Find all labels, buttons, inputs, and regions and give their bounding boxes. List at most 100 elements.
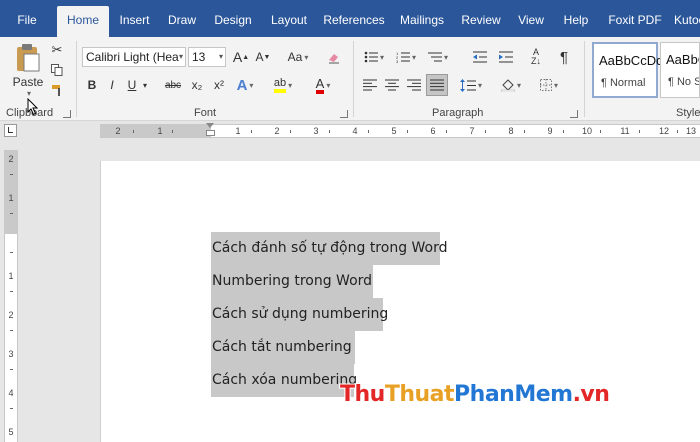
align-right-button[interactable] xyxy=(404,75,424,95)
text-effects-button[interactable]: A ▾ xyxy=(234,75,256,95)
ruler-tick xyxy=(133,130,134,133)
scissors-icon: ✂ xyxy=(51,42,63,57)
tab-selector[interactable] xyxy=(4,124,17,137)
ruler-number: 3 xyxy=(8,349,14,359)
ruler-number: 1 xyxy=(157,126,163,136)
selected-text-line[interactable]: Numbering trong Word xyxy=(211,265,373,298)
style-normal[interactable]: AaBbCcDd ¶ Normal xyxy=(592,42,663,98)
superscript-button[interactable]: x² xyxy=(210,75,228,95)
selected-text-line[interactable]: Cách sử dụng numbering xyxy=(211,298,388,331)
paste-button[interactable]: Paste ▾ xyxy=(8,41,48,99)
show-formatting-button[interactable]: ¶ xyxy=(554,47,574,67)
change-case-button[interactable]: Aa ▾ xyxy=(282,47,314,67)
ruler-number: 9 xyxy=(547,126,553,136)
tab-help[interactable]: Help xyxy=(558,6,594,37)
bullets-button[interactable]: ▾ xyxy=(360,47,388,67)
indent-marker[interactable] xyxy=(206,123,215,141)
ruler-number: 10 xyxy=(581,126,592,136)
chevron-down-icon[interactable]: ▾ xyxy=(27,89,31,98)
chevron-down-icon[interactable]: ▾ xyxy=(140,75,150,95)
line-spacing-button[interactable]: ▾ xyxy=(456,75,486,95)
justify-icon xyxy=(430,79,444,91)
tab-design[interactable]: Design xyxy=(208,6,258,37)
paragraph-group-label: Paragraph xyxy=(432,107,484,119)
ruler-number: 2 xyxy=(8,154,14,164)
ruler-tick xyxy=(677,130,678,133)
bold-button[interactable]: B xyxy=(84,75,100,95)
ruler-tick xyxy=(485,130,486,133)
grow-font-button[interactable]: A ▲ xyxy=(232,47,250,67)
numbered-list-icon: 123 xyxy=(396,51,410,63)
selected-text-line[interactable]: Cách đánh số tự động trong Word xyxy=(211,232,448,265)
tab-mailings[interactable]: Mailings xyxy=(394,6,450,37)
ruler-number: 1 xyxy=(235,126,241,136)
align-left-icon xyxy=(363,79,377,91)
increase-indent-icon xyxy=(499,51,513,63)
group-divider xyxy=(76,41,77,117)
chevron-down-icon: ▾ xyxy=(288,80,293,90)
clipboard-dialog-launcher[interactable] xyxy=(63,110,71,118)
font-name-field[interactable]: Calibri Light (Hea ▾ xyxy=(82,47,186,67)
horizontal-ruler[interactable]: 2 1 1 2 3 4 5 6 7 8 9 10 11 12 13 xyxy=(0,121,700,141)
eraser-icon xyxy=(328,53,339,63)
selected-text-line[interactable]: Cách xóa numbering xyxy=(211,364,357,397)
font-color-button[interactable]: A ▾ xyxy=(310,75,336,95)
chevron-down-icon: ▾ xyxy=(304,52,309,62)
ruler-tick xyxy=(407,130,408,133)
svg-text:3: 3 xyxy=(396,59,399,63)
text-effects-icon: A xyxy=(236,76,248,94)
ruler-number: 4 xyxy=(8,388,14,398)
borders-button[interactable]: ▾ xyxy=(534,75,564,95)
style-label: ¶ Normal xyxy=(601,77,646,89)
shrink-font-button[interactable]: A ▼ xyxy=(254,47,272,67)
numbering-button[interactable]: 1 2 3 ▾ xyxy=(392,47,420,67)
sort-button[interactable]: A Z↓ xyxy=(526,47,546,67)
increase-indent-button[interactable] xyxy=(496,47,516,67)
ruler-tick xyxy=(251,130,252,133)
vertical-ruler[interactable]: 2 1 1 2 3 4 5 xyxy=(4,150,18,442)
line-spacing-icon xyxy=(459,78,476,92)
tab-draw[interactable]: Draw xyxy=(162,6,202,37)
highlight-color-button[interactable]: ab ▾ xyxy=(270,75,296,95)
strikethrough-button[interactable]: abc xyxy=(162,75,184,95)
selected-text-line[interactable]: Cách tắt numbering xyxy=(211,331,355,364)
align-left-button[interactable] xyxy=(360,75,380,95)
paint-bucket-icon xyxy=(500,78,515,92)
font-size-field[interactable]: 13 ▾ xyxy=(188,47,226,67)
copy-button[interactable] xyxy=(48,61,66,79)
chevron-down-icon[interactable]: ▾ xyxy=(219,48,223,66)
tab-kutools[interactable]: Kutools xyxy=(674,6,700,37)
tab-foxit-pdf[interactable]: Foxit PDF xyxy=(604,6,666,37)
highlighter-icon: ab xyxy=(273,77,287,93)
chevron-down-icon: ▾ xyxy=(477,80,482,90)
format-painter-button[interactable] xyxy=(48,81,66,99)
tab-references[interactable]: References xyxy=(320,6,388,37)
style-no-spacing[interactable]: AaBbCcDd ¶ No Sp xyxy=(660,42,700,98)
ruler-number: 11 xyxy=(620,126,630,136)
justify-button[interactable] xyxy=(426,74,448,96)
paragraph-dialog-launcher[interactable] xyxy=(570,110,578,118)
group-divider xyxy=(584,41,585,117)
tab-layout[interactable]: Layout xyxy=(264,6,314,37)
align-center-button[interactable] xyxy=(382,75,402,95)
shading-button[interactable]: ▾ xyxy=(496,75,526,95)
decrease-indent-button[interactable] xyxy=(470,47,490,67)
multilevel-list-button[interactable]: ▾ xyxy=(424,47,452,67)
tab-insert[interactable]: Insert xyxy=(112,6,157,37)
tab-review[interactable]: Review xyxy=(458,6,504,37)
underline-button[interactable]: U xyxy=(124,75,140,95)
italic-button[interactable]: I xyxy=(104,75,120,95)
cut-button[interactable]: ✂ xyxy=(48,41,66,59)
ruler-number: 5 xyxy=(8,427,14,437)
chevron-down-icon: ▾ xyxy=(411,52,416,62)
sort-icon: A Z↓ xyxy=(531,47,541,66)
font-color-icon: A xyxy=(315,77,325,94)
ruler-tick xyxy=(329,130,330,133)
font-dialog-launcher[interactable] xyxy=(340,110,348,118)
subscript-button[interactable]: x₂ xyxy=(188,75,206,95)
tab-home[interactable]: Home xyxy=(57,6,109,37)
tab-view[interactable]: View xyxy=(512,6,550,37)
clear-formatting-button[interactable] xyxy=(324,47,342,67)
tab-file[interactable]: File xyxy=(6,6,48,37)
chevron-down-icon[interactable]: ▾ xyxy=(179,48,183,66)
